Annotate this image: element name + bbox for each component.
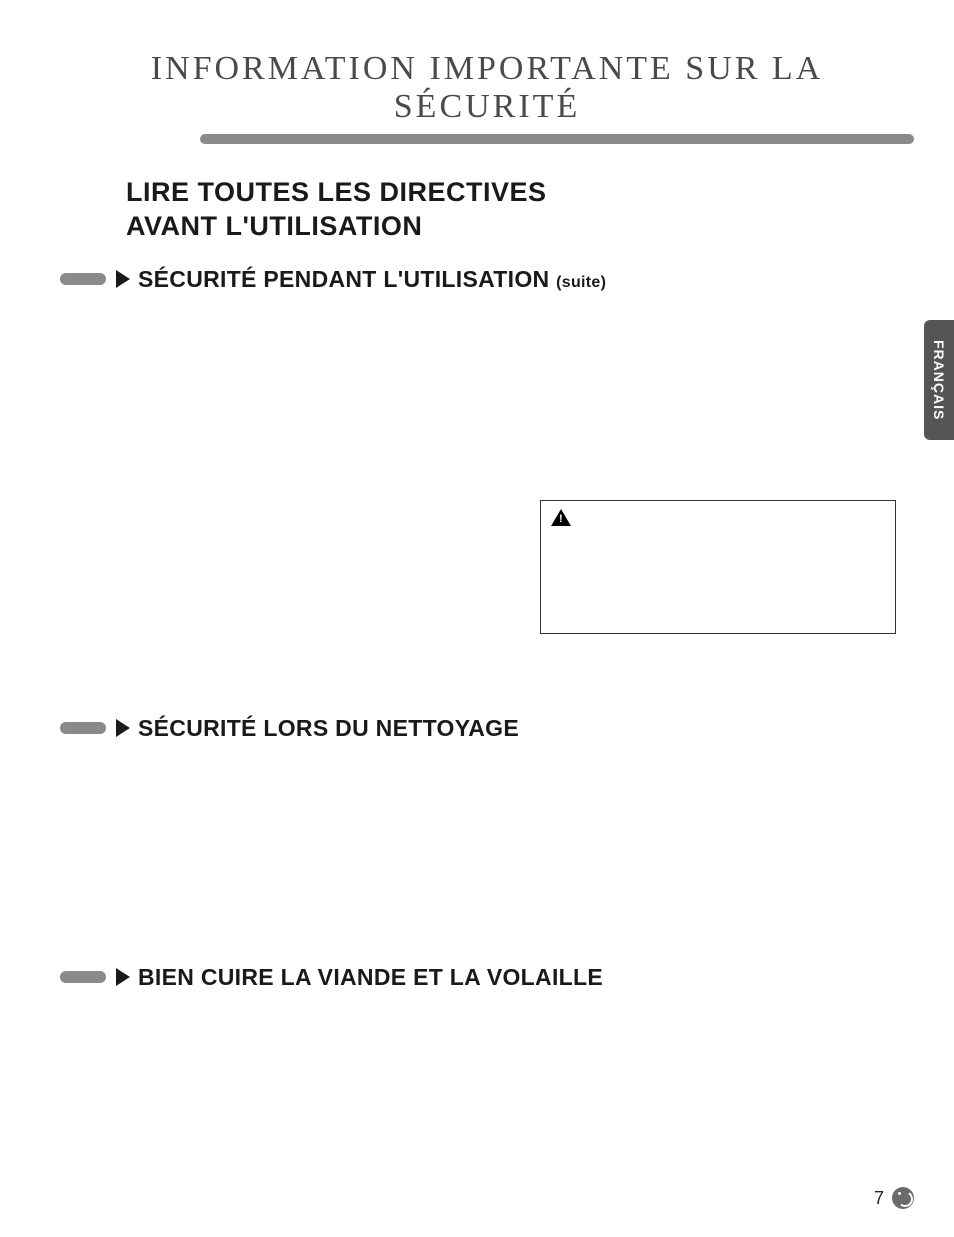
page-number: 7 (874, 1188, 884, 1209)
section-title-cleaning: SÉCURITÉ LORS DU NETTOYAGE (138, 715, 519, 742)
directive-line-1: LIRE TOUTES LES DIRECTIVES (126, 177, 547, 207)
manual-page: INFORMATION IMPORTANTE SUR LA SÉCURITÉ L… (0, 0, 954, 1237)
warning-triangle-icon (551, 509, 571, 526)
section-title-usage: SÉCURITÉ PENDANT L'UTILISATION (suite) (138, 266, 606, 293)
page-title: INFORMATION IMPORTANTE SUR LA SÉCURITÉ (60, 50, 914, 126)
section-row-cleaning: SÉCURITÉ LORS DU NETTOYAGE (60, 715, 914, 742)
bullet-pill-icon (60, 273, 106, 285)
page-footer: 7 (874, 1187, 914, 1209)
arrow-right-icon (116, 270, 130, 288)
arrow-right-icon (116, 719, 130, 737)
directive-heading: LIRE TOUTES LES DIRECTIVES AVANT L'UTILI… (126, 176, 914, 244)
attention-box (540, 500, 896, 634)
title-underline-bar (200, 134, 914, 144)
title-underline-wrap (60, 134, 914, 148)
bullet-pill-icon (60, 971, 106, 983)
section-title-usage-text: SÉCURITÉ PENDANT L'UTILISATION (138, 266, 549, 292)
section-title-usage-suffix: (suite) (556, 274, 606, 291)
language-side-tab: FRANÇAIS (924, 320, 954, 440)
directive-line-2: AVANT L'UTILISATION (126, 211, 422, 241)
section-row-usage: SÉCURITÉ PENDANT L'UTILISATION (suite) (60, 266, 914, 293)
section-row-cooking: BIEN CUIRE LA VIANDE ET LA VOLAILLE (60, 964, 914, 991)
arrow-right-icon (116, 968, 130, 986)
section-title-cooking: BIEN CUIRE LA VIANDE ET LA VOLAILLE (138, 964, 603, 991)
lg-logo-icon (892, 1187, 914, 1209)
bullet-pill-icon (60, 722, 106, 734)
content-gap-2 (60, 754, 914, 964)
